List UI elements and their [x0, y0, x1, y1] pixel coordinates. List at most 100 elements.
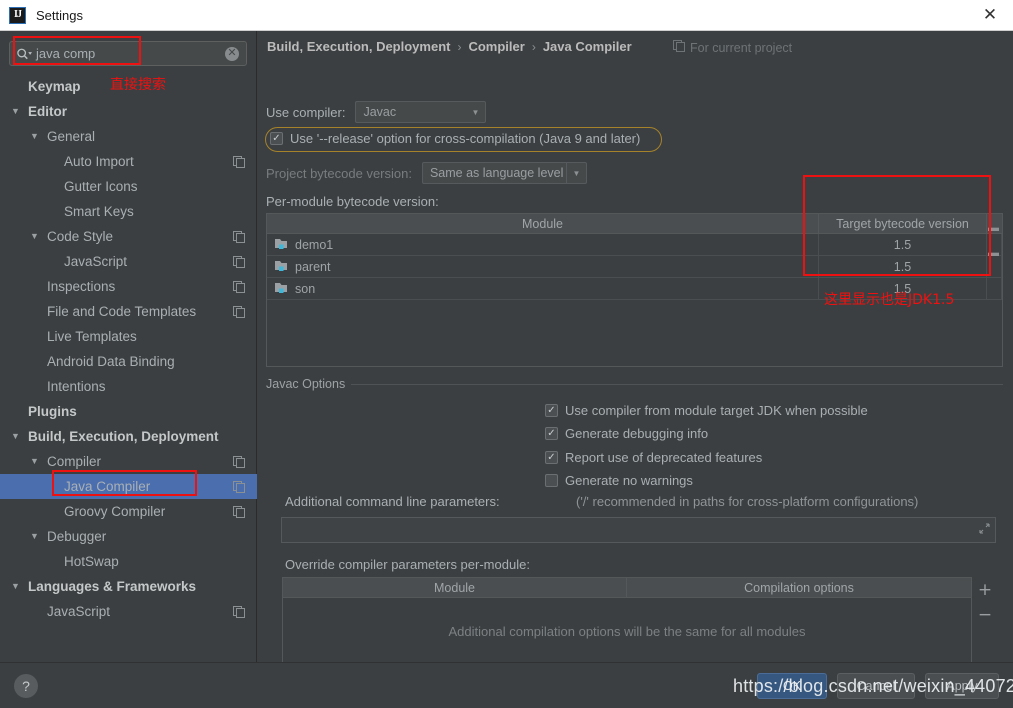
column-header-compilation-options[interactable]: Compilation options [627, 578, 971, 597]
clear-search-icon[interactable]: ✕ [225, 46, 239, 61]
copy-scope-icon[interactable] [233, 480, 245, 493]
copy-scope-icon[interactable] [233, 505, 245, 518]
target-bytecode-cell[interactable]: 1.5 [819, 234, 987, 255]
copy-scope-icon[interactable] [233, 255, 245, 268]
breadcrumb-segment[interactable]: Build, Execution, Deployment [267, 39, 450, 54]
project-bytecode-value: Same as language level [429, 166, 564, 180]
search-value: java comp [36, 46, 96, 61]
project-bytecode-select[interactable]: Same as language level ▼ [421, 162, 587, 184]
javac-option-checkbox[interactable]: Generate no warnings [545, 473, 693, 488]
search-input[interactable]: java comp ✕ [9, 41, 247, 66]
sidebar-item-editor[interactable]: ▼ Editor [0, 99, 257, 124]
sidebar-item-label: Debugger [47, 529, 107, 544]
help-button[interactable]: ? [14, 674, 38, 698]
javac-option-checkbox[interactable]: ✓ Use compiler from module target JDK whe… [545, 403, 868, 418]
sidebar-item-hotswap[interactable]: HotSwap [0, 549, 257, 574]
search-icon [16, 46, 32, 62]
check-box[interactable]: ✓ [545, 451, 558, 464]
sidebar-item-label: Editor [28, 104, 67, 119]
javac-option-checkbox[interactable]: ✓ Report use of deprecated features [545, 450, 762, 465]
add-override-button[interactable]: + [976, 581, 994, 599]
check-box[interactable]: ✓ [545, 404, 558, 417]
module-cell[interactable]: demo1 [267, 234, 819, 255]
watermark-text: https://blog.csdn.net/weixin_44072535 [733, 676, 1013, 696]
copy-scope-icon[interactable] [233, 280, 245, 293]
sidebar-item-intentions[interactable]: Intentions [0, 374, 257, 399]
expand-arrow-icon[interactable]: ▼ [29, 456, 40, 467]
sidebar-item-gutter-icons[interactable]: Gutter Icons [0, 174, 257, 199]
sidebar-item-compiler[interactable]: ▼ Compiler [0, 449, 257, 474]
sidebar-item-file-and-code-templates[interactable]: File and Code Templates [0, 299, 257, 324]
sidebar-item-code-style[interactable]: ▼ Code Style [0, 224, 257, 249]
copy-scope-icon[interactable] [233, 455, 245, 468]
table-row[interactable]: demo1 1.5 [267, 234, 1002, 256]
close-icon[interactable]: ✕ [967, 0, 1013, 30]
annotation-target-note: 这里显示也是JDK1.5 [824, 292, 955, 308]
module-name: parent [295, 259, 331, 274]
copy-scope-icon[interactable] [233, 155, 245, 168]
scope-label: For current project [690, 40, 793, 55]
column-header-target-bytecode[interactable]: Target bytecode version [819, 214, 987, 233]
sidebar-item-label: Keymap [28, 79, 81, 94]
javac-option-checkbox[interactable]: ✓ Generate debugging info [545, 426, 708, 441]
intellij-logo-icon: IJ [9, 6, 26, 24]
module-name: demo1 [295, 237, 334, 252]
sidebar-item-inspections[interactable]: Inspections [0, 274, 257, 299]
sidebar-item-groovy-compiler[interactable]: Groovy Compiler [0, 499, 257, 524]
sidebar-item-build-execution-deployment[interactable]: ▼ Build, Execution, Deployment [0, 424, 257, 449]
annotation-search-text: 直接搜索 [110, 77, 166, 93]
copy-scope-icon[interactable] [233, 605, 245, 618]
column-header-module[interactable]: Module [283, 578, 627, 597]
override-params-table[interactable]: Module Compilation options Additional co… [282, 577, 972, 672]
table-row[interactable]: parent 1.5 [267, 256, 1002, 278]
expand-arrow-icon[interactable]: ▼ [10, 581, 21, 592]
expand-arrow-icon[interactable]: ▼ [29, 231, 40, 242]
target-bytecode-cell[interactable]: 1.5 [819, 256, 987, 277]
sidebar-item-general[interactable]: ▼ General [0, 124, 257, 149]
sidebar-item-plugins[interactable]: Plugins [0, 399, 257, 424]
expand-arrow-icon[interactable]: ▼ [10, 431, 21, 442]
check-box[interactable] [545, 474, 558, 487]
check-box[interactable]: ✓ [545, 427, 558, 440]
project-bytecode-row: Project bytecode version: Same as langua… [266, 162, 587, 184]
expand-arrow-icon[interactable]: ▼ [10, 106, 21, 117]
module-cell[interactable]: son [267, 278, 819, 299]
sidebar-item-javascript[interactable]: JavaScript [0, 249, 257, 274]
remove-override-button[interactable]: − [976, 606, 994, 624]
use-compiler-row: Use compiler: Javac ▼ [266, 101, 487, 123]
sidebar-item-languages-frameworks[interactable]: ▼ Languages & Frameworks [0, 574, 257, 599]
sidebar-item-label: Android Data Binding [47, 354, 175, 369]
copy-scope-icon[interactable] [233, 230, 245, 243]
override-empty-note: Additional compilation options will be t… [448, 624, 806, 639]
additional-params-label: Additional command line parameters: [285, 494, 500, 509]
use-compiler-value: Javac [363, 105, 397, 119]
expand-arrow-icon[interactable]: ▼ [29, 131, 40, 142]
sidebar-item-android-data-binding[interactable]: Android Data Binding [0, 349, 257, 374]
sidebar-item-auto-import[interactable]: Auto Import [0, 149, 257, 174]
copy-scope-icon[interactable] [233, 305, 245, 318]
sidebar-item-live-templates[interactable]: Live Templates [0, 324, 257, 349]
table-scroll-nub-top[interactable]: ▬ [988, 223, 999, 234]
column-header-module[interactable]: Module [267, 214, 819, 233]
override-table-body: Additional compilation options will be t… [283, 598, 971, 671]
use-compiler-label: Use compiler: [266, 104, 346, 120]
sidebar-item-javascript[interactable]: JavaScript [0, 599, 257, 624]
sidebar-item-label: JavaScript [64, 254, 128, 269]
breadcrumb-segment[interactable]: Java Compiler [543, 39, 632, 54]
per-module-table-header: Module Target bytecode version [267, 214, 1002, 234]
table-scroll-nub-bottom[interactable]: ▬ [988, 248, 999, 259]
expand-arrow-icon[interactable]: ▼ [29, 531, 40, 542]
sidebar-item-label: Build, Execution, Deployment [28, 429, 219, 444]
module-cell[interactable]: parent [267, 256, 819, 277]
expand-icon[interactable] [979, 521, 990, 539]
sidebar-item-smart-keys[interactable]: Smart Keys [0, 199, 257, 224]
settings-sidebar: java comp ✕ Keymap ▼ Editor ▼ General Auto Im… [0, 31, 257, 693]
breadcrumb-segment[interactable]: Compiler [468, 39, 524, 54]
module-folder-icon [275, 237, 289, 253]
additional-params-input[interactable] [281, 517, 996, 543]
chevron-down-icon: ▼ [565, 163, 586, 183]
use-compiler-select[interactable]: Javac ▼ [355, 101, 487, 123]
sidebar-item-debugger[interactable]: ▼ Debugger [0, 524, 257, 549]
row-spacer-cell [987, 278, 1002, 299]
sidebar-item-java-compiler[interactable]: Java Compiler [0, 474, 257, 499]
